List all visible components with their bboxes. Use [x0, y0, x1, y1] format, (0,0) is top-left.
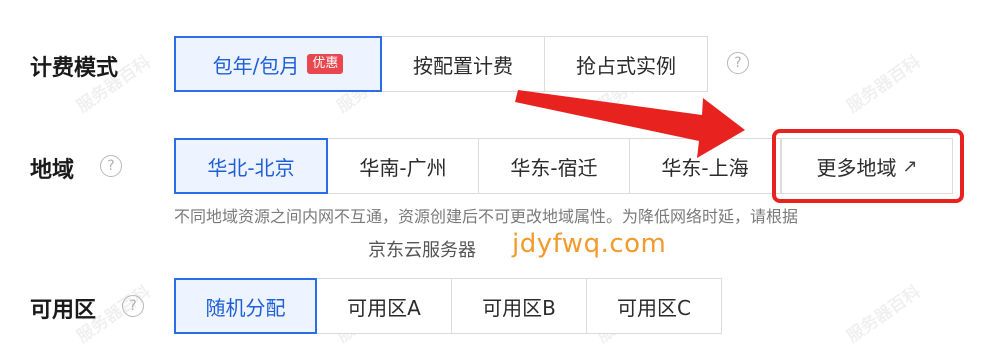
region-option-beijing[interactable]: 华北-北京: [174, 138, 328, 194]
region-option-label: 华东-上海: [661, 155, 749, 180]
region-option-suqian[interactable]: 华东-宿迁: [478, 138, 630, 194]
billing-mode-label: 计费模式: [30, 56, 119, 81]
discount-badge: 优惠: [307, 54, 344, 74]
region-option-label: 华北-北京: [207, 155, 295, 180]
zone-option-a[interactable]: 可用区A: [316, 278, 452, 334]
region-note: 不同地域资源之间内网不互通，资源创建后不可更改地域属性。为降低网络时延，请根据: [174, 207, 799, 226]
billing-option-label: 包年/包月: [212, 53, 300, 78]
region-label: 地域: [30, 158, 75, 183]
watermark-cn: 京东云服务器: [368, 240, 476, 261]
zone-group: 随机分配 可用区A 可用区B 可用区C: [174, 278, 722, 334]
more-regions-highlight: [772, 129, 964, 203]
zone-option-label: 可用区B: [482, 295, 556, 320]
region-option-label: 华南-广州: [359, 155, 447, 180]
region-option-label: 华东-宿迁: [510, 155, 598, 180]
billing-option-subscription[interactable]: 包年/包月 优惠: [174, 36, 382, 92]
zone-option-b[interactable]: 可用区B: [451, 278, 587, 334]
region-help-icon[interactable]: ?: [100, 155, 122, 177]
region-group: 华北-北京 华南-广州 华东-宿迁 华东-上海: [174, 138, 781, 194]
zone-option-label: 随机分配: [205, 295, 286, 320]
billing-help-icon[interactable]: ?: [727, 52, 749, 74]
billing-option-spot[interactable]: 抢占式实例: [544, 36, 708, 92]
billing-mode-group: 包年/包月 优惠 按配置计费 抢占式实例: [174, 36, 708, 92]
zone-option-random[interactable]: 随机分配: [174, 278, 317, 334]
watermark-stamp: 服务器百科: [843, 51, 925, 118]
billing-option-pay-as-you-go[interactable]: 按配置计费: [381, 36, 545, 92]
watermark-en: jdyfwq.com: [512, 229, 667, 259]
billing-option-label: 按配置计费: [413, 53, 513, 78]
region-option-shanghai[interactable]: 华东-上海: [629, 138, 781, 194]
zone-option-label: 可用区A: [347, 295, 421, 320]
billing-option-label: 抢占式实例: [576, 53, 676, 78]
zone-option-label: 可用区C: [617, 295, 691, 320]
zone-option-c[interactable]: 可用区C: [586, 278, 722, 334]
region-option-guangzhou[interactable]: 华南-广州: [327, 138, 479, 194]
watermark-stamp: 服务器百科: [843, 281, 925, 348]
zone-help-icon[interactable]: ?: [122, 295, 144, 317]
zone-label: 可用区: [30, 298, 97, 323]
